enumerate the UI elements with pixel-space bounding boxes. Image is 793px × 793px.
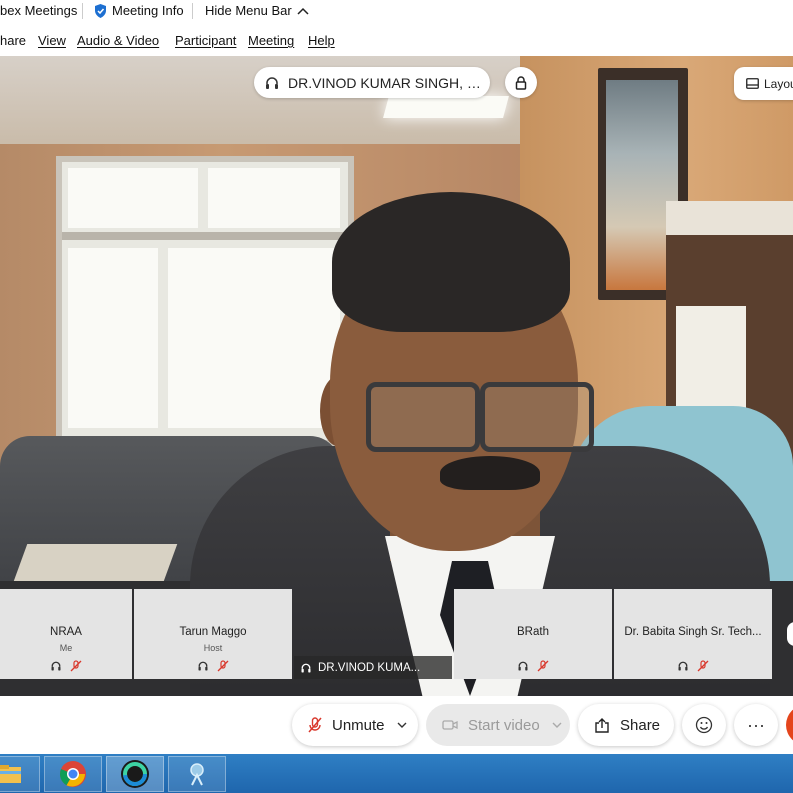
strip-next-button[interactable] — [787, 622, 793, 646]
app-title: bex Meetings — [0, 3, 78, 18]
hide-menu-bar-label: Hide Menu Bar — [205, 3, 292, 18]
webex-icon — [121, 760, 149, 788]
mic-muted-icon — [308, 717, 322, 733]
menu-item-meeting[interactable]: Meeting — [248, 33, 294, 48]
taskbar-file-explorer[interactable] — [0, 756, 40, 792]
participant-tile[interactable]: NRAA Me — [0, 589, 132, 679]
active-speaker-name[interactable]: DR.VINOD KUMAR SINGH, DIR... — [254, 67, 490, 98]
menu-item-share[interactable]: hare — [0, 33, 26, 48]
os-taskbar — [0, 754, 793, 793]
taskbar-chrome[interactable] — [44, 756, 102, 792]
active-video-label: DR.VINOD KUMA... — [294, 656, 452, 679]
chevron-down-icon[interactable] — [552, 722, 562, 728]
folder-icon — [0, 765, 21, 783]
lock-icon — [515, 75, 527, 90]
title-separator — [82, 3, 83, 19]
hide-menu-bar-button[interactable]: Hide Menu Bar — [205, 3, 309, 18]
participant-role: Host — [203, 643, 223, 653]
participant-name: Dr. Babita Singh Sr. Tech... — [624, 626, 762, 638]
lock-button[interactable] — [505, 67, 537, 98]
more-options-label: ··· — [747, 714, 765, 735]
taskbar-webex[interactable] — [106, 756, 164, 792]
mic-muted-icon — [217, 659, 229, 672]
unmute-label: Unmute — [332, 716, 385, 734]
participant-role: Me — [59, 643, 73, 653]
meeting-info-label: Meeting Info — [112, 3, 184, 18]
participant-name: NRAA — [50, 626, 82, 638]
share-icon — [595, 717, 609, 733]
start-video-button[interactable]: Start video — [426, 704, 570, 746]
taskbar-app[interactable] — [168, 756, 226, 792]
active-speaker-label: DR.VINOD KUMAR SINGH, DIR... — [288, 74, 488, 91]
share-button[interactable]: Share — [578, 704, 674, 746]
share-label: Share — [620, 716, 661, 734]
unmute-button[interactable]: Unmute — [292, 704, 418, 746]
smiley-icon — [695, 716, 713, 734]
headset-icon — [301, 663, 311, 672]
chevron-down-icon[interactable] — [397, 722, 407, 728]
menu-item-participant[interactable]: Participant — [175, 33, 236, 48]
menu-item-help[interactable]: Help — [308, 33, 335, 48]
mic-muted-icon — [70, 659, 82, 672]
layout-label: Layou — [764, 76, 793, 91]
headset-icon — [50, 659, 62, 671]
participant-name: Tarun Maggo — [179, 626, 247, 638]
chevron-up-icon — [297, 7, 309, 15]
participant-tile[interactable]: BRath — [454, 589, 612, 679]
active-video-name: DR.VINOD KUMA... — [318, 661, 421, 674]
more-options-button[interactable]: ··· — [734, 704, 778, 746]
end-meeting-button[interactable] — [786, 704, 793, 746]
start-video-label: Start video — [468, 716, 540, 734]
headset-icon — [677, 659, 689, 671]
meeting-controls: Unmute Start video Share ··· — [0, 696, 793, 754]
meeting-info-button[interactable]: Meeting Info — [94, 3, 184, 18]
chrome-icon — [59, 761, 86, 787]
headset-icon — [197, 659, 209, 671]
menu-bar: hare View Audio & Video Participant Meet… — [0, 30, 793, 52]
headset-icon — [517, 659, 529, 671]
participant-tile[interactable]: Tarun Maggo Host — [134, 589, 292, 679]
app-icon — [190, 763, 204, 786]
layout-icon — [746, 78, 759, 89]
mic-muted-icon — [537, 659, 549, 672]
participant-name: BRath — [517, 626, 549, 638]
title-separator — [192, 3, 193, 19]
layout-button[interactable]: Layou — [734, 67, 793, 100]
shield-icon — [95, 3, 106, 18]
menu-item-audio-video[interactable]: Audio & Video — [77, 33, 159, 48]
title-bar: bex Meetings Meeting Info Hide Menu Bar — [0, 0, 793, 22]
reactions-button[interactable] — [682, 704, 726, 746]
menu-item-view[interactable]: View — [38, 33, 66, 48]
headset-icon — [266, 76, 278, 89]
participant-tile[interactable]: Dr. Babita Singh Sr. Tech... — [614, 589, 772, 679]
mic-muted-icon — [697, 659, 709, 672]
camera-icon — [442, 720, 458, 730]
